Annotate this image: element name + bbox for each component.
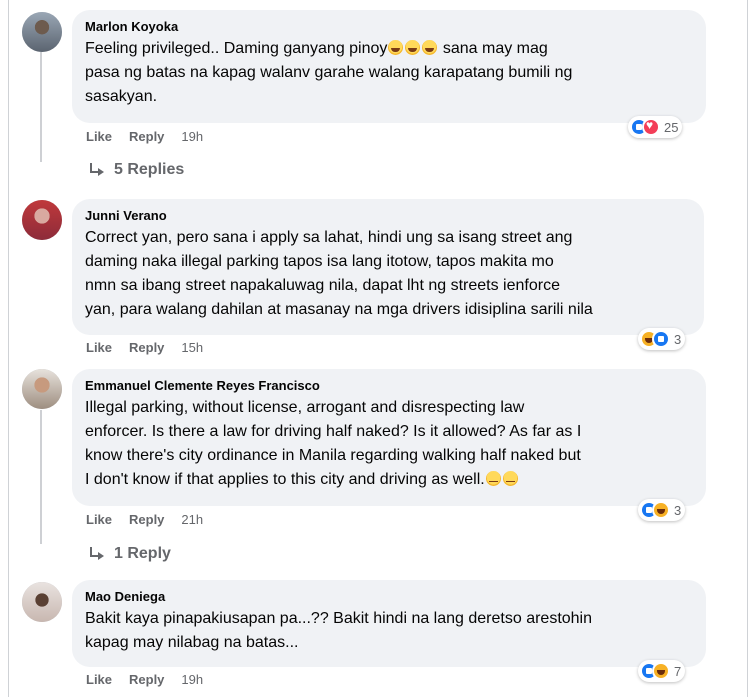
comment-author[interactable]: Junni Verano bbox=[85, 207, 690, 224]
timestamp[interactable]: 19h bbox=[181, 672, 203, 687]
thread-line bbox=[40, 410, 42, 544]
comment-line: enforcer. Is there a law for driving hal… bbox=[85, 423, 582, 440]
comment-text: I don't know if that applies to this cit… bbox=[85, 468, 692, 492]
worried-emoji-icon bbox=[502, 471, 518, 486]
comment-bubble: Mao Deniega Bakit kaya pinapakiusapan pa… bbox=[72, 580, 706, 667]
reply-arrow-icon bbox=[88, 163, 106, 177]
comment-line: Illegal parking, without license, arroga… bbox=[85, 399, 525, 416]
laughing-emoji-icon bbox=[388, 40, 404, 55]
like-icon bbox=[652, 330, 670, 348]
comment-line: Feeling privileged.. Daming ganyang pino… bbox=[85, 40, 388, 57]
reaction-summary[interactable]: 7 bbox=[638, 660, 686, 682]
reply-button[interactable]: Reply bbox=[129, 672, 164, 687]
like-button[interactable]: Like bbox=[86, 512, 112, 527]
comment-line: Correct yan, pero sana i apply sa lahat,… bbox=[85, 229, 573, 246]
love-icon bbox=[642, 118, 660, 136]
rolling-eyes-emoji-icon bbox=[485, 471, 501, 486]
reaction-count: 3 bbox=[674, 331, 682, 347]
laughing-emoji-icon bbox=[422, 40, 438, 55]
reaction-summary[interactable]: 25 bbox=[628, 116, 683, 138]
view-replies-button[interactable]: 1 Reply bbox=[88, 544, 171, 564]
comment-line: sana may mag bbox=[438, 40, 548, 57]
timestamp[interactable]: 19h bbox=[181, 129, 203, 144]
comment-line: kapag may nilabag na batas... bbox=[85, 634, 299, 651]
comment-line: I don't know if that applies to this cit… bbox=[85, 471, 485, 488]
right-border bbox=[747, 0, 748, 697]
reply-arrow-icon bbox=[88, 547, 106, 561]
comment-line: nmn sa ibang street napakaluwag nila, da… bbox=[85, 277, 560, 294]
reply-button[interactable]: Reply bbox=[129, 340, 164, 355]
comment-actions: Like Reply 19h bbox=[86, 128, 220, 146]
haha-icon bbox=[652, 662, 670, 680]
comment-line: sasakyan. bbox=[85, 88, 158, 105]
comment-line: yan, para walang dahilan at masanay na m… bbox=[85, 301, 593, 318]
comment-bubble: Marlon Koyoka Feeling privileged.. Damin… bbox=[72, 10, 706, 123]
comment-line: know there's city ordinance in Manila re… bbox=[85, 447, 581, 464]
reaction-count: 3 bbox=[674, 502, 682, 518]
haha-icon bbox=[652, 501, 670, 519]
view-replies-button[interactable]: 5 Replies bbox=[88, 160, 184, 180]
comment-author[interactable]: Mao Deniega bbox=[85, 588, 692, 605]
avatar[interactable] bbox=[22, 12, 62, 52]
comment-bubble: Emmanuel Clemente Reyes Francisco Illega… bbox=[72, 369, 706, 506]
comment-author[interactable]: Marlon Koyoka bbox=[85, 18, 692, 35]
comment-actions: Like Reply 21h bbox=[86, 511, 220, 529]
comment-line: Bakit kaya pinapakiusapan pa...?? Bakit … bbox=[85, 610, 593, 627]
timestamp[interactable]: 21h bbox=[181, 512, 203, 527]
reply-button[interactable]: Reply bbox=[129, 512, 164, 527]
avatar[interactable] bbox=[22, 200, 62, 240]
replies-label: 5 Replies bbox=[114, 161, 185, 178]
like-button[interactable]: Like bbox=[86, 672, 112, 687]
comment-actions: Like Reply 19h bbox=[86, 671, 220, 689]
comment-line: pasa ng batas na kapag walanv garahe wal… bbox=[85, 64, 573, 81]
comment-bubble: Junni Verano Correct yan, pero sana i ap… bbox=[72, 199, 704, 335]
thread-line bbox=[40, 52, 42, 162]
reaction-count: 25 bbox=[664, 119, 679, 135]
comment-actions: Like Reply 15h bbox=[86, 339, 220, 357]
reaction-summary[interactable]: 3 bbox=[638, 328, 686, 350]
like-button[interactable]: Like bbox=[86, 129, 112, 144]
comment-line: daming naka illegal parking tapos isa la… bbox=[85, 253, 554, 270]
timestamp[interactable]: 15h bbox=[181, 340, 203, 355]
comment-text: Feeling privileged.. Daming ganyang pino… bbox=[85, 37, 692, 61]
replies-label: 1 Reply bbox=[114, 545, 171, 562]
left-border bbox=[8, 0, 9, 697]
reaction-summary[interactable]: 3 bbox=[638, 499, 686, 521]
like-button[interactable]: Like bbox=[86, 340, 112, 355]
reply-button[interactable]: Reply bbox=[129, 129, 164, 144]
avatar[interactable] bbox=[22, 582, 62, 622]
rofl-emoji-icon bbox=[405, 40, 421, 55]
reaction-count: 7 bbox=[674, 663, 682, 679]
avatar[interactable] bbox=[22, 369, 62, 409]
comment-author[interactable]: Emmanuel Clemente Reyes Francisco bbox=[85, 377, 692, 394]
